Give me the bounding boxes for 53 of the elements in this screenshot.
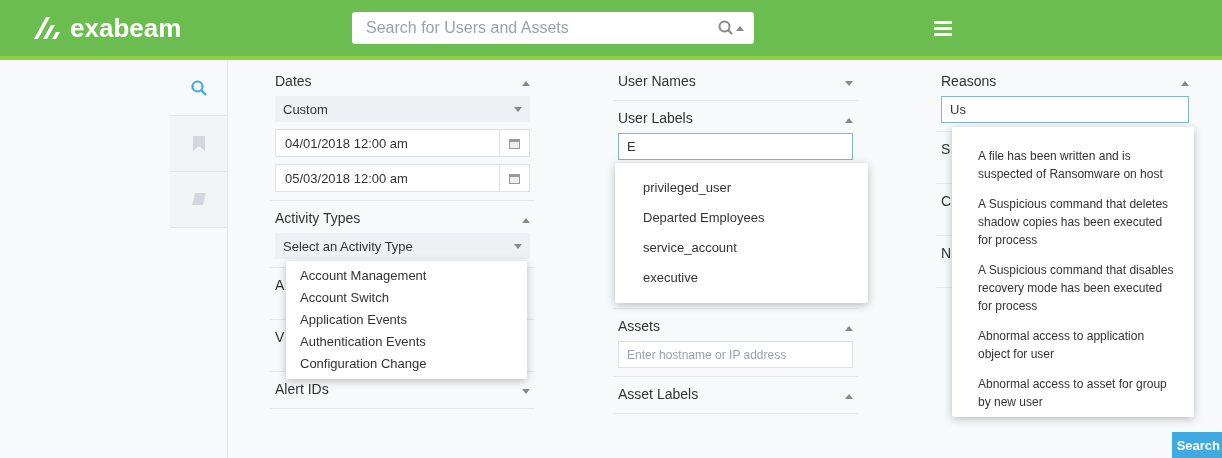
search-button[interactable] — [708, 12, 754, 44]
caret-up-icon[interactable] — [845, 118, 853, 123]
dropdown-item[interactable]: privileged_user — [643, 173, 840, 203]
activity-select[interactable]: Select an Activity Type — [275, 233, 530, 259]
search-icon — [718, 20, 744, 36]
search-icon — [190, 79, 207, 96]
dropdown-item[interactable]: A file has been written and is suspected of Ransomware on host — [978, 141, 1174, 189]
caret-up-icon[interactable] — [845, 326, 853, 331]
date-field[interactable]: 05/03/2018 12:00 am — [275, 164, 530, 192]
dropdown-item[interactable]: Authentication Events — [300, 331, 513, 353]
date-field[interactable]: 04/01/2018 12:00 am — [275, 129, 530, 157]
dropdown-item[interactable]: Abnormal access to asset for group by new user — [978, 369, 1174, 417]
caret-down-icon[interactable] — [845, 81, 853, 86]
section-title[interactable]: Assets — [618, 318, 660, 334]
logo-text: exabeam — [70, 12, 182, 44]
caret-up-icon[interactable] — [1181, 81, 1189, 86]
dropdown-item[interactable]: service_account — [643, 233, 840, 263]
section-title: S — [941, 141, 951, 157]
calendar-icon — [509, 137, 520, 149]
calendar-icon — [509, 172, 520, 184]
dropdown-item[interactable]: Abnormal access to application object for user — [978, 321, 1174, 369]
caret-up-icon[interactable] — [845, 394, 853, 399]
dropdown-item[interactable]: executive — [643, 263, 840, 293]
bookmark-icon — [192, 136, 205, 151]
section-title: A — [275, 277, 285, 293]
section-title[interactable]: User Labels — [618, 110, 693, 126]
section-title[interactable]: User Names — [618, 73, 696, 89]
dropdown-item[interactable]: A Suspicious command that deletes shadow copies has been executed for process — [978, 189, 1174, 255]
caret-up-icon[interactable] — [522, 81, 530, 86]
input-field[interactable]: Us — [941, 96, 1189, 123]
caret-down-icon[interactable] — [522, 389, 530, 394]
input-field[interactable]: E — [618, 133, 853, 160]
section-title[interactable]: Dates — [275, 73, 312, 89]
dropdown-item[interactable]: Departed Employees — [643, 203, 840, 233]
search-field[interactable]: Search for Users and Assets — [352, 12, 708, 44]
dropdown-item[interactable]: Application Events — [300, 309, 513, 331]
section-title: C — [941, 193, 952, 209]
section-title: N — [941, 245, 952, 261]
section-title[interactable]: Alert IDs — [275, 381, 329, 397]
section-title[interactable]: Activity Types — [275, 210, 361, 226]
caret-up-icon[interactable] — [522, 218, 530, 223]
dropdown-item[interactable]: Configuration Change — [300, 353, 513, 375]
caret-down-icon[interactable] — [514, 243, 522, 249]
dropdown-item[interactable]: A Suspicious command that disables recovery mode has been executed for process — [978, 255, 1174, 321]
section-title[interactable]: Reasons — [941, 73, 997, 89]
range-select[interactable]: Custom — [275, 96, 530, 122]
section-title[interactable]: Asset Labels — [618, 386, 699, 402]
caret-down-icon[interactable] — [514, 106, 522, 112]
section-title: V — [275, 329, 285, 345]
dropdown-item[interactable]: Account Switch — [300, 287, 513, 309]
menu-icon[interactable] — [934, 20, 952, 36]
input-field[interactable]: Enter hostname or IP address — [618, 341, 853, 368]
dropdown-item[interactable]: Account Management — [300, 265, 513, 287]
